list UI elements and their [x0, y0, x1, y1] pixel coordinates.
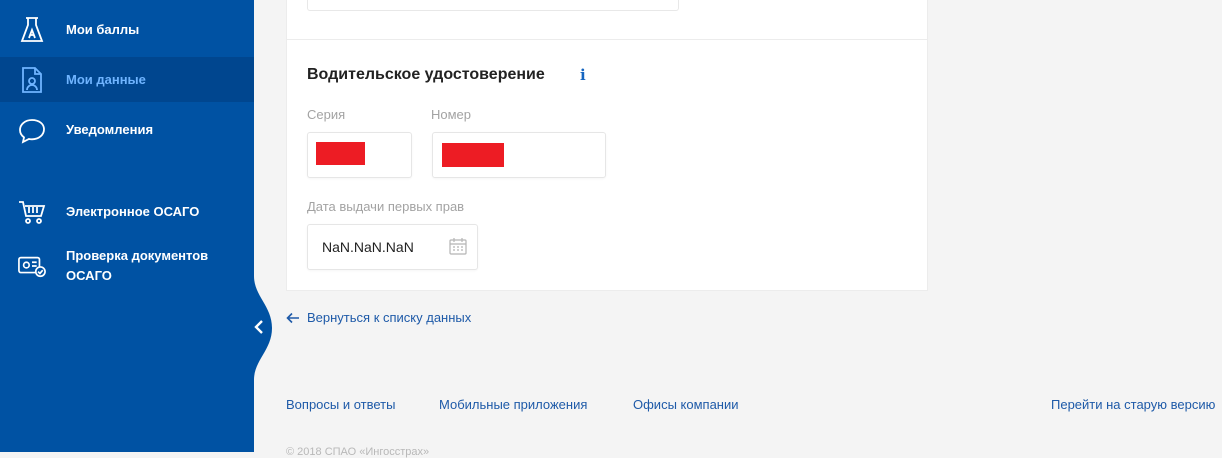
sidebar-collapse-button[interactable] — [244, 276, 274, 380]
chat-bubble-icon — [18, 117, 46, 145]
sidebar-item-check-documents[interactable]: Проверка документов ОСАГО — [0, 244, 254, 288]
copyright: © 2018 СПАО «Ингосстрах» — [286, 446, 430, 458]
sidebar-item-label: Проверка документов ОСАГО — [66, 248, 209, 283]
document-check-icon — [18, 252, 46, 280]
footer-link-old-version[interactable]: Перейти на старую версию — [1051, 397, 1215, 412]
footer-link-mobile-apps[interactable]: Мобильные приложения — [439, 397, 587, 412]
series-input[interactable] — [307, 132, 412, 178]
chevron-left-icon — [254, 320, 263, 334]
issue-date-label: Дата выдачи первых прав — [307, 199, 465, 214]
footer-link-offices[interactable]: Офисы компании — [633, 397, 739, 412]
shopping-cart-icon — [18, 198, 46, 226]
sidebar-item-e-osago[interactable]: Электронное ОСАГО — [0, 192, 254, 232]
info-icon[interactable]: i — [580, 66, 586, 84]
sidebar-item-label: Уведомления — [66, 122, 154, 137]
back-to-list-link[interactable]: Вернуться к списку данных — [286, 310, 471, 325]
issue-date-value: NaN.NaN.NaN — [322, 239, 414, 255]
sidebar-item-label: Электронное ОСАГО — [66, 204, 200, 219]
section-title: Водительское удостоверение — [307, 66, 545, 83]
flask-icon — [18, 16, 46, 44]
user-document-icon — [18, 66, 46, 94]
series-label: Серия — [307, 107, 346, 122]
driver-license-card: Водительское удостоверение i Серия Номер… — [286, 0, 928, 291]
arrow-left-icon — [286, 312, 299, 323]
previous-field[interactable] — [307, 0, 679, 11]
redacted-value — [442, 143, 504, 167]
issue-date-input[interactable]: NaN.NaN.NaN — [307, 224, 478, 270]
sidebar: Мои баллы Мои данные Уведомления Электро… — [0, 0, 254, 452]
sidebar-item-my-data[interactable]: Мои данные — [0, 57, 254, 102]
number-input[interactable] — [432, 132, 606, 178]
sidebar-item-notifications[interactable]: Уведомления — [0, 110, 254, 150]
number-label: Номер — [431, 107, 472, 122]
back-link-label: Вернуться к списку данных — [307, 310, 472, 325]
sidebar-item-label: Мои баллы — [66, 22, 140, 37]
sidebar-item-label: Мои данные — [66, 72, 146, 87]
calendar-icon[interactable] — [449, 237, 467, 255]
redacted-value — [316, 142, 365, 165]
sidebar-item-my-points[interactable]: Мои баллы — [0, 10, 254, 50]
footer-link-faq[interactable]: Вопросы и ответы — [286, 397, 395, 412]
divider — [287, 39, 927, 40]
